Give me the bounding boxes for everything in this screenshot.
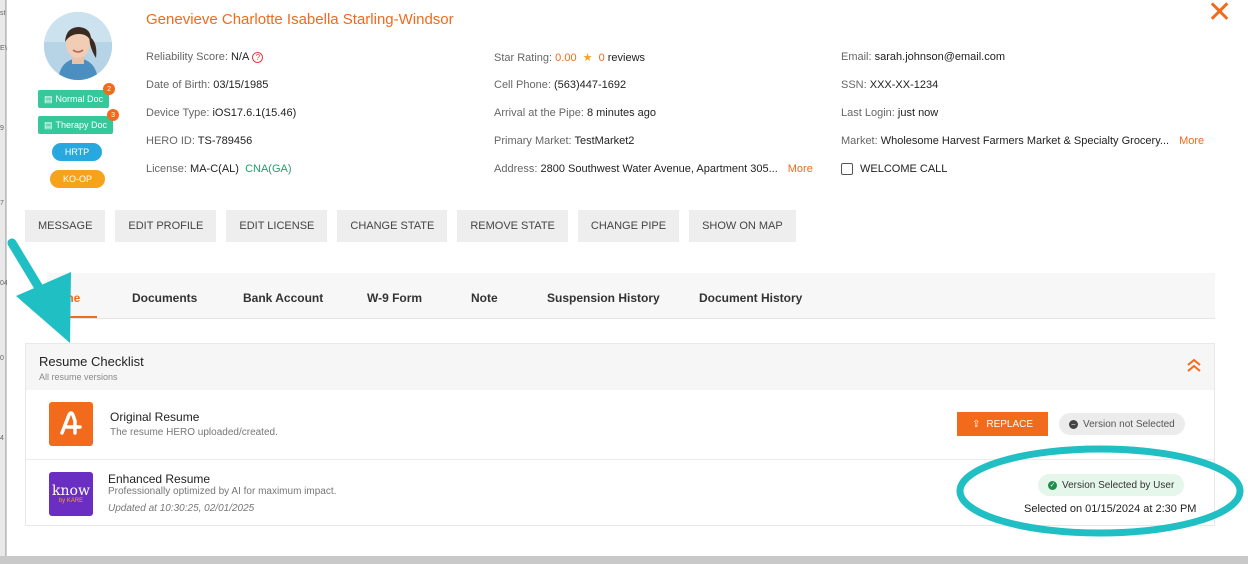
panel-subtitle: All resume versions: [39, 372, 118, 382]
normal-doc-badge[interactable]: ▤ Normal Doc 2: [38, 83, 116, 108]
hero-id: HERO ID: TS-789456: [146, 135, 253, 147]
normal-doc-count: 2: [103, 83, 116, 95]
doc-icon: ▤: [44, 93, 53, 104]
enhanced-resume-row: know by KARE Enhanced Resume Professiona…: [26, 460, 1214, 526]
panel-header: Resume Checklist All resume versions: [26, 344, 1214, 390]
show-on-map-button[interactable]: SHOW ON MAP: [689, 210, 796, 242]
minus-circle-icon: –: [1069, 419, 1078, 429]
avatar: [44, 12, 112, 80]
version-not-selected-badge: – Version not Selected: [1059, 413, 1185, 435]
device-type: Device Type: iOS17.6.1(15.46): [146, 107, 297, 119]
email: Email: sarah.johnson@email.com: [841, 51, 1006, 63]
market: Market: Wholesome Harvest Farmers Market…: [841, 135, 1205, 147]
check-circle-icon: ✓: [1048, 480, 1057, 490]
resume-checklist-panel: Resume Checklist All resume versions Ori…: [25, 343, 1215, 526]
edit-license-button[interactable]: EDIT LICENSE: [226, 210, 328, 242]
tab-documents[interactable]: Documents: [132, 291, 197, 305]
checkbox-icon[interactable]: [841, 163, 853, 176]
original-resume-row: Original Resume The resume HERO uploaded…: [26, 390, 1214, 460]
profile-modal: ✕ ▤ Normal Doc 2 ▤ Therapy Doc 3 HRTP KO…: [7, 0, 1248, 556]
original-resume-title: Original Resume: [110, 410, 200, 424]
enhanced-resume-updated: Updated at 10:30:25, 02/01/2025: [108, 503, 255, 514]
tab-bar: me Documents Bank Account W-9 Form Note …: [47, 273, 1215, 319]
close-icon[interactable]: ✕: [1207, 0, 1232, 28]
therapy-doc-count: 3: [107, 109, 120, 121]
background-page: st EV 9 7 04 0 4: [0, 0, 9, 564]
help-icon[interactable]: ?: [252, 51, 264, 63]
address-more-link[interactable]: More: [788, 163, 813, 175]
tab-note[interactable]: Note: [471, 291, 498, 305]
original-resume-subtitle: The resume HERO uploaded/created.: [110, 427, 278, 438]
change-pipe-button[interactable]: CHANGE PIPE: [577, 210, 680, 242]
change-state-button[interactable]: CHANGE STATE: [337, 210, 448, 242]
tab-resume[interactable]: me: [63, 291, 80, 305]
profile-name: Genevieve Charlotte Isabella Starling-Wi…: [146, 11, 454, 28]
version-selected-badge: ✓ Version Selected by User: [1038, 474, 1185, 496]
hrtp-pill: HRTP: [52, 143, 102, 161]
koop-pill: KO-OP: [50, 170, 105, 188]
date-of-birth: Date of Birth: 03/15/1985: [146, 79, 269, 91]
chevron-double-up-icon[interactable]: [1186, 357, 1202, 375]
tab-suspension-history[interactable]: Suspension History: [547, 291, 660, 305]
active-tab-indicator: [47, 316, 97, 318]
tab-w9-form[interactable]: W-9 Form: [367, 291, 422, 305]
modal-shadow: [0, 556, 1248, 564]
arrival-at-pipe: Arrival at the Pipe: 8 minutes ago: [494, 107, 657, 119]
edit-profile-button[interactable]: EDIT PROFILE: [115, 210, 217, 242]
star-rating: Star Rating: 0.00 ★ 0 reviews: [494, 52, 646, 64]
star-icon: ★: [582, 52, 593, 64]
cell-phone: Cell Phone: (563)447-1692: [494, 79, 627, 91]
welcome-call-checkbox[interactable]: WELCOME CALL: [841, 163, 947, 176]
address: Address: 2800 Southwest Water Avenue, Ap…: [494, 163, 813, 175]
tab-document-history[interactable]: Document History: [699, 291, 802, 305]
last-login: Last Login: just now: [841, 107, 939, 119]
reliability-score: Reliability Score: N/A?: [146, 51, 264, 63]
enhanced-resume-title: Enhanced Resume: [108, 472, 211, 486]
tab-bank-account[interactable]: Bank Account: [243, 291, 323, 305]
license-extra: CNA(GA): [245, 163, 292, 175]
action-bar: MESSAGE EDIT PROFILE EDIT LICENSE CHANGE…: [25, 210, 796, 242]
enhanced-resume-logo: know by KARE: [49, 472, 93, 516]
selected-on-text: Selected on 01/15/2024 at 2:30 PM: [1024, 503, 1197, 515]
ssn: SSN: XXX-XX-1234: [841, 79, 939, 91]
message-button[interactable]: MESSAGE: [25, 210, 106, 242]
enhanced-resume-subtitle: Professionally optimized by AI for maxim…: [108, 486, 337, 497]
license: License: MA-C(AL) CNA(GA): [146, 163, 292, 175]
replace-button[interactable]: ⇪ REPLACE: [957, 412, 1048, 436]
therapy-doc-badge[interactable]: ▤ Therapy Doc 3: [38, 109, 120, 134]
doc-icon: ▤: [44, 119, 53, 130]
primary-market: Primary Market: TestMarket2: [494, 135, 635, 147]
panel-title: Resume Checklist: [39, 354, 144, 369]
market-more-link[interactable]: More: [1179, 135, 1204, 147]
upload-icon: ⇪: [971, 418, 981, 430]
original-resume-logo: [49, 402, 93, 446]
remove-state-button[interactable]: REMOVE STATE: [457, 210, 568, 242]
